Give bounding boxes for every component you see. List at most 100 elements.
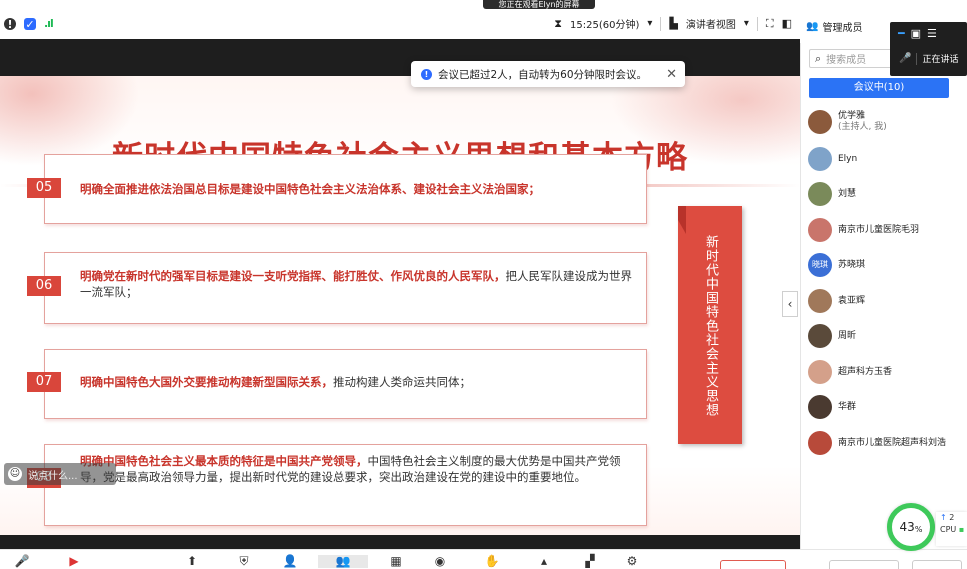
apps-icon[interactable]: ✋	[484, 555, 500, 568]
divider	[660, 16, 662, 31]
fullscreen-icon[interactable]: ⛶	[766, 17, 774, 31]
member-name: 苏晓琪	[838, 259, 866, 270]
cpu-unit: %	[914, 524, 923, 534]
member-item[interactable]: 南京市儿童医院毛羽	[808, 218, 963, 242]
avatar	[808, 360, 832, 384]
speaking-label: 正在讲话	[922, 55, 959, 65]
restore-icon[interactable]: ▣	[911, 27, 921, 40]
chevron-down-icon[interactable]: ▾	[647, 18, 652, 29]
item-text: 明确中国特色大国外交要推动构建新型国际关系，推动构建人类命运共同体；	[80, 374, 635, 390]
chat-input[interactable]: ☺ 说点什么...	[4, 463, 116, 485]
member-item[interactable]: 华群	[808, 395, 963, 419]
tab-in-meeting[interactable]: 会议中(10)	[809, 78, 949, 98]
divider	[756, 16, 758, 31]
cpu-usage-gauge[interactable]: 43%	[887, 503, 935, 551]
cpu-info: ↑ 2 CPU ▪	[936, 512, 967, 546]
info-icon[interactable]: !	[4, 18, 16, 31]
settings-icon[interactable]: ⚙	[624, 555, 640, 568]
member-item[interactable]: 刘慧	[808, 182, 963, 206]
avatar	[808, 182, 832, 206]
signal-icon[interactable]: .ıl	[44, 17, 54, 31]
top-bar: ! ✓ .ıl ⧗ 15:25(60分钟) ▾ ▙ 演讲者视图 ▾ ⛶ ◧	[0, 9, 800, 39]
chat-icon[interactable]: ▦	[388, 555, 404, 568]
member-item[interactable]: 南京市儿童医院超声科刘浩	[808, 431, 963, 455]
item-highlight: 明确党在新时代的强军目标是建设一支听党指挥、能打胜仗、作风优良的人民军队，	[80, 269, 506, 283]
record-icon[interactable]: ◉	[432, 555, 448, 568]
divider	[916, 52, 918, 65]
member-name: 周昕	[838, 330, 857, 341]
search-icon: ⌕	[815, 51, 822, 65]
more-button[interactable]	[912, 560, 962, 569]
member-item[interactable]: 晓琪 苏晓琪	[808, 253, 963, 277]
avatar	[808, 324, 832, 348]
invite-button[interactable]	[829, 560, 899, 569]
member-name: Elyn	[838, 153, 858, 164]
item-number: 05	[27, 178, 61, 198]
close-icon[interactable]: ✕	[666, 67, 677, 82]
avatar	[808, 431, 832, 455]
item-rest: 推动构建人类命运共同体；	[333, 375, 471, 389]
item-text: 明确党在新时代的强军目标是建设一支听党指挥、能打胜仗、作风优良的人民军队，把人民…	[80, 268, 635, 300]
member-panel: ⌕ 搜索成员 会议中(10) 优学雅 (主持人, 我) Elyn 刘慧 南京市儿…	[800, 43, 967, 549]
cpu-label: CPU	[940, 525, 957, 534]
member-name: 超声科方玉香	[838, 366, 893, 377]
avatar	[808, 395, 832, 419]
member-name: 南京市儿童医院超声科刘浩	[838, 437, 947, 448]
chat-placeholder: 说点什么...	[28, 470, 78, 482]
member-name: 袁亚辉	[838, 295, 866, 306]
upload-icon: ↑	[940, 513, 947, 522]
member-item[interactable]: 袁亚辉	[808, 289, 963, 313]
hourglass-icon: ⧗	[554, 16, 562, 30]
shield-icon[interactable]: ✓	[24, 18, 36, 31]
members-icon[interactable]: 👤	[282, 555, 298, 568]
search-placeholder: 搜索成员	[826, 55, 867, 66]
presentation-slide: 新时代中国特色社会主义思想和基本方略 05 明确全面推进依法治国总目标是建设中国…	[0, 76, 800, 535]
avatar: 晓琪	[808, 253, 832, 277]
item-highlight: 明确中国特色社会主义最本质的特征是中国共产党领导，	[80, 454, 368, 468]
bottom-toolbar: 🎤 ▶ ⬆ ⛨ 👤 👥 ▦ ◉ ✋ ▴ ▞ ⚙	[0, 549, 967, 569]
toast-text: 会议已超过2人，自动转为60分钟限时会议。	[438, 68, 648, 81]
member-name: 刘慧	[838, 188, 857, 199]
layout-icon[interactable]: ◧	[782, 17, 792, 30]
manage-members-label[interactable]: 管理成员	[822, 19, 862, 34]
emoji-icon[interactable]: ☺	[8, 467, 22, 481]
meeting-timer[interactable]: 15:25(60分钟)	[570, 16, 639, 31]
member-item[interactable]: 优学雅 (主持人, 我)	[808, 110, 963, 134]
avatar	[808, 110, 832, 134]
chevron-down-icon[interactable]: ▾	[744, 18, 749, 29]
collapse-panel-button[interactable]: ‹	[782, 291, 798, 317]
minimize-icon[interactable]: ━	[898, 27, 905, 40]
item-text: 明确中国特色社会主义最本质的特征是中国共产党领导，中国特色社会主义制度的最大优势…	[80, 453, 635, 485]
manage-members-icon[interactable]: 👥	[318, 555, 368, 568]
mic-off-icon: 🎤	[899, 53, 912, 64]
member-name: 优学雅	[838, 111, 866, 121]
net-value: 2	[949, 513, 955, 522]
camera-off-icon[interactable]: ▶	[66, 555, 82, 568]
member-role: (主持人, 我)	[838, 122, 887, 132]
avatar	[808, 218, 832, 242]
member-item[interactable]: 超声科方玉香	[808, 360, 963, 384]
vertical-title-panel: 新时代中国特色社会主义思想	[678, 206, 742, 444]
info-icon: !	[421, 68, 432, 80]
member-search-input[interactable]: ⌕ 搜索成员	[809, 49, 893, 68]
cpu-percent: 43	[899, 520, 915, 534]
reaction-icon[interactable]: ▴	[536, 555, 552, 568]
speaking-popup: ━ ▣ ☰ 🎤 正在讲话	[890, 22, 967, 76]
presenter-view-button[interactable]: 演讲者视图	[686, 16, 736, 31]
shared-screen: 新时代中国特色社会主义思想和基本方略 05 明确全面推进依法治国总目标是建设中国…	[0, 39, 800, 549]
grid-icon[interactable]: ▞	[582, 555, 598, 568]
member-name: 南京市儿童医院毛羽	[838, 224, 920, 235]
avatar	[808, 289, 832, 313]
members-icon: 👥	[806, 20, 819, 32]
member-name: 华群	[838, 401, 857, 412]
item-number: 06	[27, 276, 61, 296]
item-text: 明确全面推进依法治国总目标是建设中国特色社会主义法治体系、建设社会主义法治国家；	[80, 181, 635, 197]
end-meeting-button[interactable]	[720, 560, 786, 569]
mic-off-icon[interactable]: 🎤	[14, 555, 30, 568]
security-icon[interactable]: ⛨	[236, 555, 252, 568]
avatar	[808, 147, 832, 171]
member-item[interactable]: Elyn	[808, 147, 963, 171]
menu-icon[interactable]: ☰	[927, 27, 937, 40]
member-item[interactable]: 周昕	[808, 324, 963, 348]
share-screen-icon[interactable]: ⬆	[184, 555, 200, 568]
